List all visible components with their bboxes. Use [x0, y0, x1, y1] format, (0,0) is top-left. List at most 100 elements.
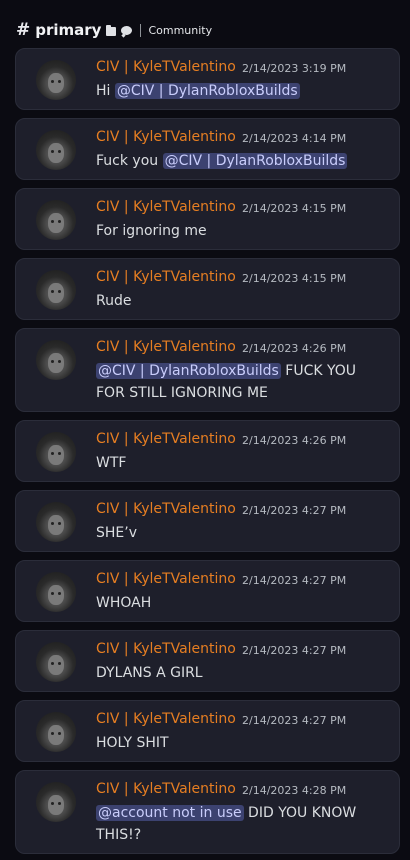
- message-content: For ignoring me: [96, 220, 386, 242]
- message-content: @CIV | DylanRobloxBuilds FUCK YOU FOR ST…: [96, 360, 386, 404]
- user-mention[interactable]: @CIV | DylanRobloxBuilds: [96, 363, 281, 379]
- message-timestamp: 2/14/2023 4:26 PM: [242, 434, 347, 447]
- avatar-face: [48, 725, 64, 745]
- message-username[interactable]: CIV | KyleTValentino: [96, 129, 236, 145]
- message-username[interactable]: CIV | KyleTValentino: [96, 199, 236, 215]
- message-text: DYLANS A GIRL: [96, 665, 203, 681]
- message-content: WHOAH: [96, 592, 386, 614]
- channel-header: # primary Community: [16, 18, 212, 42]
- message-content: Fuck you @CIV | DylanRobloxBuilds: [96, 150, 386, 172]
- message-username[interactable]: CIV | KyleTValentino: [96, 641, 236, 657]
- folder-icon: [106, 24, 117, 36]
- message-card[interactable]: CIV | KyleTValentino 2/14/2023 4:27 PM D…: [15, 630, 400, 692]
- category-label: Community: [148, 23, 213, 37]
- message-username[interactable]: CIV | KyleTValentino: [96, 781, 236, 797]
- avatar-eye: [58, 80, 61, 83]
- avatar-eye: [51, 592, 54, 595]
- avatar-eye: [58, 802, 61, 805]
- message-text: For ignoring me: [96, 223, 207, 239]
- speech-bubble-icon: [121, 25, 133, 35]
- avatar-eye: [51, 290, 54, 293]
- avatar-face: [48, 143, 64, 163]
- message-content: Hi @CIV | DylanRobloxBuilds: [96, 80, 386, 102]
- user-mention[interactable]: @account not in use: [96, 805, 244, 821]
- avatar[interactable]: [36, 340, 76, 380]
- message-timestamp: 2/14/2023 4:27 PM: [242, 504, 347, 517]
- message-timestamp: 2/14/2023 4:15 PM: [242, 202, 347, 215]
- message-card[interactable]: CIV | KyleTValentino 2/14/2023 4:14 PM F…: [15, 118, 400, 180]
- avatar-face: [48, 585, 64, 605]
- avatar-face: [48, 353, 64, 373]
- message-username[interactable]: CIV | KyleTValentino: [96, 59, 236, 75]
- avatar[interactable]: [36, 60, 76, 100]
- message-card[interactable]: CIV | KyleTValentino 2/14/2023 4:28 PM @…: [15, 770, 400, 854]
- header-divider: [140, 23, 142, 37]
- avatar-face: [48, 515, 64, 535]
- message-content: SHE’v: [96, 522, 386, 544]
- avatar-eye: [58, 150, 61, 153]
- message-card[interactable]: CIV | KyleTValentino 2/14/2023 4:26 PM @…: [15, 328, 400, 412]
- avatar[interactable]: [36, 782, 76, 822]
- user-mention[interactable]: @CIV | DylanRobloxBuilds: [114, 83, 300, 99]
- avatar[interactable]: [36, 432, 76, 472]
- avatar-eye: [51, 452, 54, 455]
- avatar-eye: [51, 522, 54, 525]
- avatar[interactable]: [36, 130, 76, 170]
- message-username[interactable]: CIV | KyleTValentino: [96, 571, 236, 587]
- message-text: Fuck you: [96, 153, 163, 169]
- message-timestamp: 2/14/2023 4:27 PM: [242, 574, 347, 587]
- message-card[interactable]: CIV | KyleTValentino 2/14/2023 4:27 PM H…: [15, 700, 400, 762]
- avatar[interactable]: [36, 712, 76, 752]
- avatar-eye: [58, 662, 61, 665]
- avatar-face: [48, 445, 64, 465]
- avatar[interactable]: [36, 270, 76, 310]
- avatar-eye: [51, 360, 54, 363]
- user-mention[interactable]: @CIV | DylanRobloxBuilds: [162, 153, 348, 169]
- message-card[interactable]: CIV | KyleTValentino 2/14/2023 4:26 PM W…: [15, 420, 400, 482]
- message-timestamp: 2/14/2023 4:27 PM: [242, 714, 347, 727]
- message-text: WHOAH: [96, 595, 152, 611]
- avatar-eye: [58, 290, 61, 293]
- message-username[interactable]: CIV | KyleTValentino: [96, 711, 236, 727]
- message-text: Hi: [96, 83, 115, 99]
- avatar-face: [48, 213, 64, 233]
- message-text: HOLY SHIT: [96, 735, 169, 751]
- message-username[interactable]: CIV | KyleTValentino: [96, 339, 236, 355]
- message-username[interactable]: CIV | KyleTValentino: [96, 501, 236, 517]
- avatar-eye: [58, 732, 61, 735]
- message-timestamp: 2/14/2023 3:19 PM: [242, 62, 347, 75]
- message-card[interactable]: CIV | KyleTValentino 2/14/2023 3:19 PM H…: [15, 48, 400, 110]
- message-timestamp: 2/14/2023 4:28 PM: [242, 784, 347, 797]
- avatar-eye: [58, 220, 61, 223]
- message-timestamp: 2/14/2023 4:26 PM: [242, 342, 347, 355]
- avatar-eye: [51, 80, 54, 83]
- message-card[interactable]: CIV | KyleTValentino 2/14/2023 4:15 PM R…: [15, 258, 400, 320]
- avatar-eye: [51, 732, 54, 735]
- avatar[interactable]: [36, 502, 76, 542]
- message-content: DYLANS A GIRL: [96, 662, 386, 684]
- avatar-face: [48, 795, 64, 815]
- message-username[interactable]: CIV | KyleTValentino: [96, 431, 236, 447]
- avatar-face: [48, 283, 64, 303]
- avatar-face: [48, 73, 64, 93]
- avatar[interactable]: [36, 200, 76, 240]
- avatar-eye: [51, 150, 54, 153]
- message-card[interactable]: CIV | KyleTValentino 2/14/2023 4:27 PM W…: [15, 560, 400, 622]
- avatar-eye: [58, 522, 61, 525]
- message-card[interactable]: CIV | KyleTValentino 2/14/2023 4:15 PM F…: [15, 188, 400, 250]
- avatar[interactable]: [36, 572, 76, 612]
- message-timestamp: 2/14/2023 4:14 PM: [242, 132, 347, 145]
- message-content: WTF: [96, 452, 386, 474]
- message-card[interactable]: CIV | KyleTValentino 2/14/2023 4:27 PM S…: [15, 490, 400, 552]
- avatar[interactable]: [36, 642, 76, 682]
- avatar-eye: [51, 220, 54, 223]
- message-timestamp: 2/14/2023 4:27 PM: [242, 644, 347, 657]
- message-username[interactable]: CIV | KyleTValentino: [96, 269, 236, 285]
- avatar-eye: [58, 592, 61, 595]
- avatar-eye: [58, 360, 61, 363]
- message-content: HOLY SHIT: [96, 732, 386, 754]
- message-content: @account not in use DID YOU KNOW THIS!?: [96, 802, 386, 846]
- channel-name[interactable]: primary: [35, 21, 101, 39]
- avatar-eye: [51, 802, 54, 805]
- message-text: Rude: [96, 293, 132, 309]
